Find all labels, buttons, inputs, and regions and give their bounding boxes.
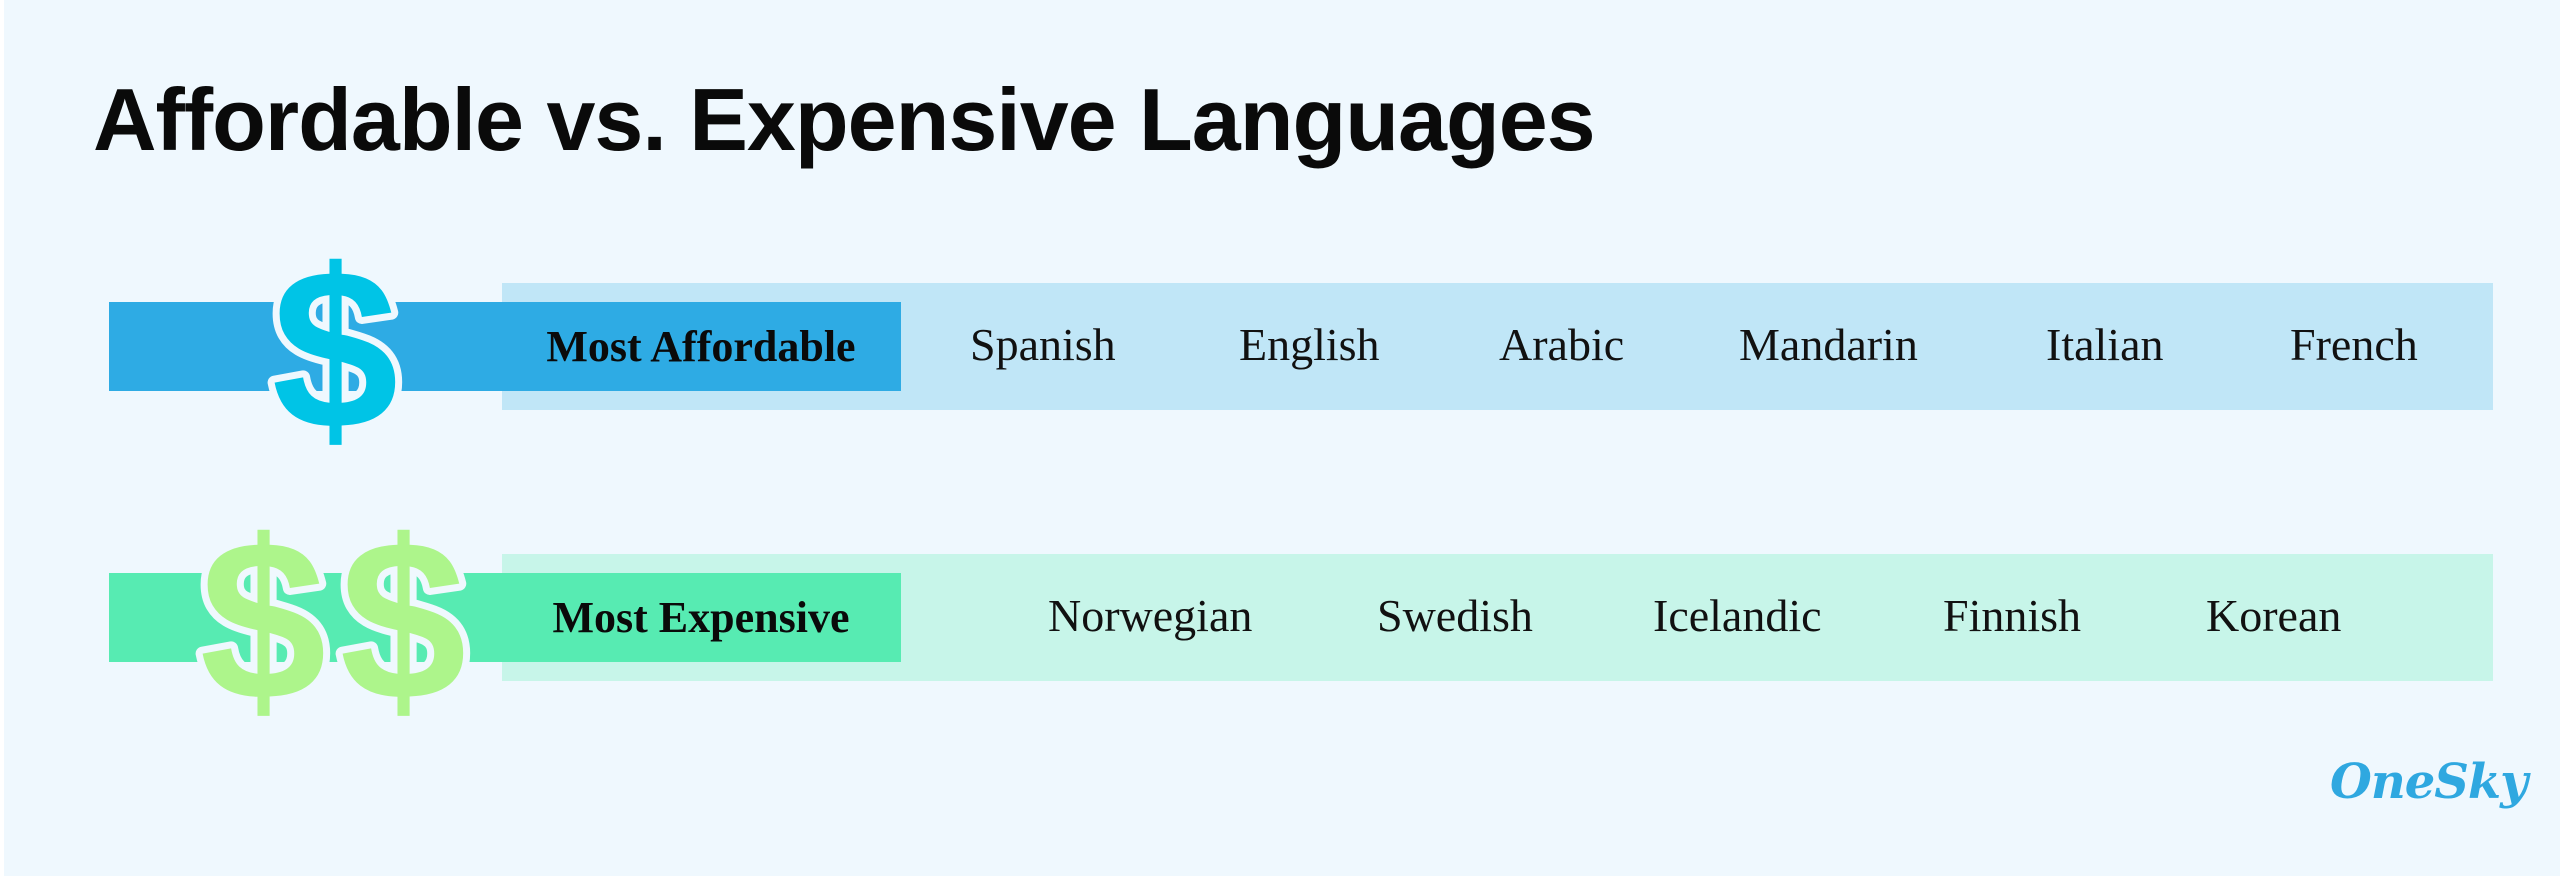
language-item: English <box>1239 319 1380 370</box>
language-item: Korean <box>2206 590 2342 641</box>
dollar-glyph: $ <box>200 494 327 748</box>
language-item: Finnish <box>1943 590 2082 641</box>
language-item: Arabic <box>1499 319 1625 370</box>
double-dollar-icon: $ $ <box>193 487 474 755</box>
language-item: Spanish <box>970 319 1116 370</box>
language-item: Italian <box>2046 319 2164 370</box>
language-item: Icelandic <box>1653 590 1822 641</box>
expensive-label: Most Expensive <box>552 593 850 642</box>
affordable-label: Most Affordable <box>546 322 856 371</box>
language-item: Mandarin <box>1739 319 1918 370</box>
onesky-logo: OneSky <box>2330 754 2528 810</box>
page-title: Affordable vs. Expensive Languages <box>93 70 1596 169</box>
dollar-glyph: $ <box>340 494 467 748</box>
single-dollar-icon: $ <box>265 216 406 484</box>
language-item: French <box>2290 319 2418 370</box>
language-item: Swedish <box>1377 590 1533 641</box>
language-item: Norwegian <box>1048 590 1253 641</box>
dollar-glyph: $ <box>272 223 399 477</box>
